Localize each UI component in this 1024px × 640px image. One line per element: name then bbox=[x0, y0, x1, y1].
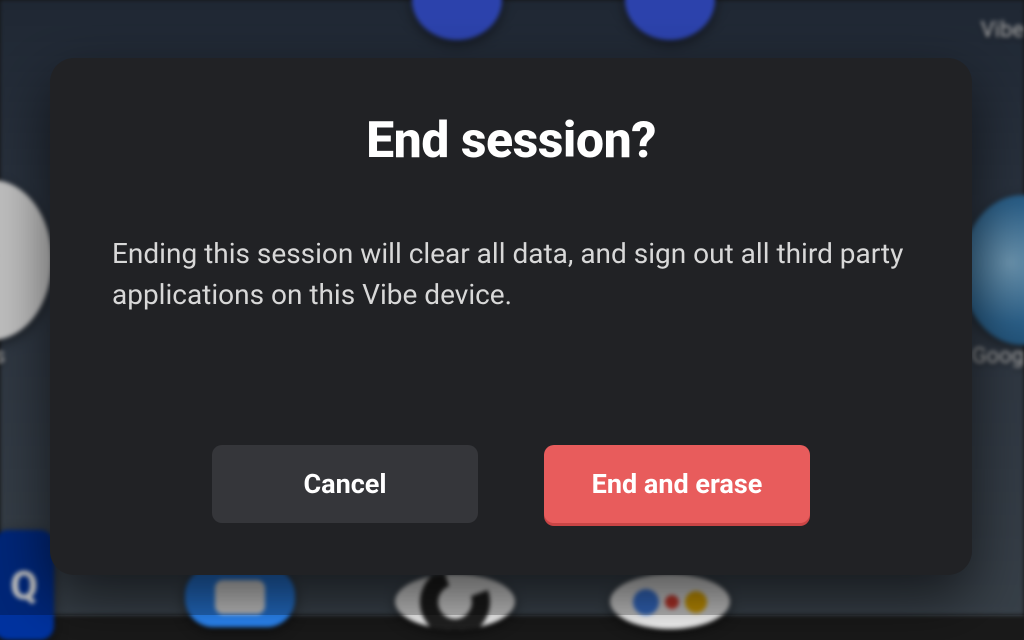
dialog-title: End session? bbox=[106, 112, 916, 170]
dialog-body: Ending this session will clear all data,… bbox=[106, 234, 916, 315]
end-session-dialog: End session? Ending this session will cl… bbox=[50, 58, 972, 575]
end-and-erase-button[interactable]: End and erase bbox=[544, 445, 810, 523]
dialog-button-row: Cancel End and erase bbox=[106, 445, 916, 523]
cancel-button[interactable]: Cancel bbox=[212, 445, 478, 523]
